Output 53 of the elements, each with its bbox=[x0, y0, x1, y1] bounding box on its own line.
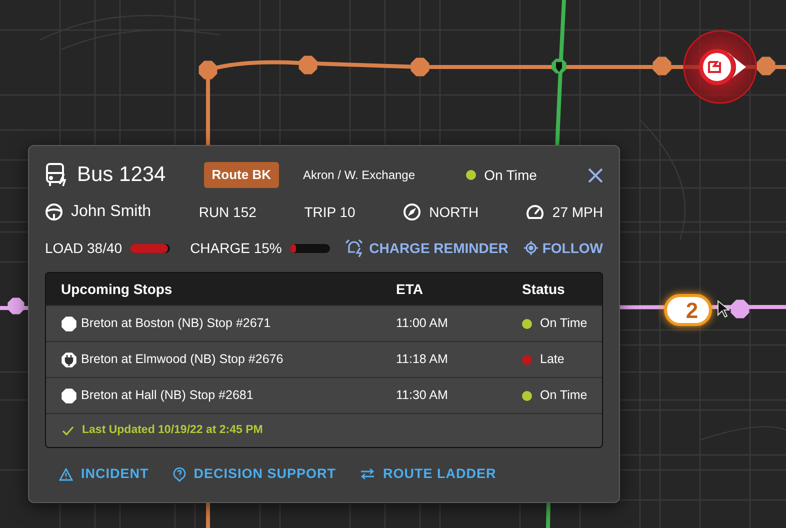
stop-name: Breton at Boston (NB) Stop #2671 bbox=[81, 315, 271, 332]
column-header: ETA bbox=[396, 280, 424, 298]
stop-name: Breton at Elmwood (NB) Stop #2676 bbox=[81, 351, 284, 368]
status-text: Late bbox=[540, 351, 564, 368]
charge-label: CHARGE 15% bbox=[190, 238, 282, 258]
close-button[interactable] bbox=[588, 168, 603, 182]
crosshair-icon bbox=[524, 241, 538, 255]
stop-marker[interactable] bbox=[198, 60, 218, 80]
destination-text: Akron / W. Exchange bbox=[302, 167, 416, 184]
warning-icon bbox=[59, 468, 73, 481]
stop-marker[interactable] bbox=[552, 58, 566, 74]
charge-reminder-link[interactable]: CHARGE REMINDER bbox=[345, 238, 508, 258]
incident-link[interactable]: INCIDENT bbox=[59, 464, 149, 484]
stop-marker[interactable] bbox=[8, 298, 24, 314]
route-tag: Route BK bbox=[204, 162, 279, 188]
stop-marker[interactable] bbox=[756, 56, 776, 76]
check-icon bbox=[62, 426, 74, 436]
stop-marker[interactable] bbox=[730, 300, 750, 318]
stop-marker[interactable] bbox=[410, 58, 430, 76]
trip-number: TRIP 10 bbox=[304, 202, 356, 222]
heading-text: NORTH bbox=[429, 202, 479, 222]
charger-stop-icon bbox=[61, 352, 77, 368]
load-label: LOAD 38/40 bbox=[45, 238, 122, 258]
last-updated-text: Last Updated 10/19/22 at 2:45 PM bbox=[82, 422, 263, 438]
column-header: Upcoming Stops bbox=[60, 280, 174, 299]
charging-vehicle-marker[interactable] bbox=[683, 30, 757, 104]
column-header: Status bbox=[522, 280, 566, 298]
cursor-icon bbox=[717, 300, 731, 318]
stop-name: Breton at Hall (NB) Stop #2681 bbox=[81, 387, 254, 404]
speed-text: 27 MPH bbox=[552, 202, 603, 222]
route-ladder-link[interactable]: ROUTE LADDER bbox=[360, 464, 496, 484]
eta-text: 11:00 AM bbox=[396, 315, 449, 332]
swap-arrows-icon bbox=[360, 468, 376, 480]
eta-text: 11:18 AM bbox=[396, 351, 449, 368]
status-text: On Time bbox=[540, 315, 588, 332]
steering-wheel-icon bbox=[45, 203, 63, 221]
vehicle-title: Bus 1234 bbox=[77, 162, 166, 188]
decision-support-link[interactable]: DECISION SUPPORT bbox=[172, 464, 336, 484]
alarm-bolt-icon bbox=[345, 239, 366, 257]
driver-name: John Smith bbox=[71, 202, 152, 222]
status-text: On Time bbox=[540, 387, 588, 404]
bus-icon bbox=[45, 162, 69, 188]
run-number: RUN 152 bbox=[198, 202, 256, 222]
eta-text: 11:30 AM bbox=[396, 387, 449, 404]
speedometer-icon bbox=[526, 204, 544, 220]
stop-icon bbox=[61, 388, 77, 404]
stop-icon bbox=[61, 316, 77, 332]
follow-link[interactable]: FOLLOW bbox=[524, 238, 603, 258]
compass-icon bbox=[403, 203, 422, 221]
question-bubble-icon bbox=[172, 466, 186, 482]
stop-marker[interactable] bbox=[298, 56, 318, 74]
stop-marker[interactable] bbox=[652, 56, 672, 76]
status-text: On Time bbox=[484, 166, 537, 184]
